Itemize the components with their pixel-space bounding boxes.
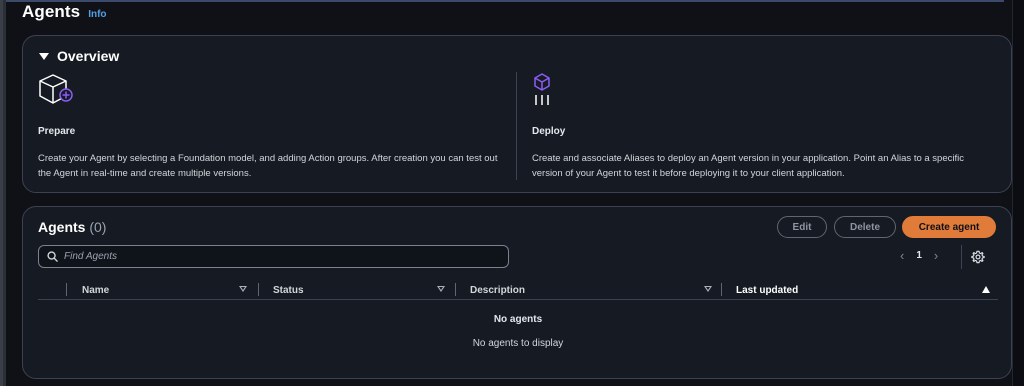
- agents-count: (0): [89, 219, 107, 235]
- overview-panel: Overview Prepare Create your Agent by se…: [22, 35, 1012, 193]
- page-header: Agents Info: [22, 2, 107, 28]
- empty-state-title: No agents: [493, 314, 543, 325]
- deploy-description: Create and associate Aliases to deploy a…: [532, 153, 964, 179]
- overview-divider: [516, 72, 517, 180]
- pagination: ‹ 1 ›: [900, 248, 938, 263]
- column-header-status[interactable]: Status: [273, 280, 304, 300]
- overview-toggle[interactable]: Overview: [39, 48, 119, 64]
- next-page-button[interactable]: ›: [934, 248, 938, 263]
- left-edge-inner: [0, 0, 3, 386]
- column-separator: [455, 283, 456, 296]
- column-header-last-updated[interactable]: Last updated: [736, 280, 798, 300]
- caret-down-icon: [39, 52, 49, 60]
- sort-down-icon[interactable]: [437, 286, 445, 292]
- sort-down-icon[interactable]: [704, 286, 712, 292]
- empty-state-subtitle: No agents to display: [472, 338, 564, 349]
- info-link[interactable]: Info: [88, 9, 106, 20]
- search-box: [38, 245, 509, 268]
- top-divider: [6, 0, 1004, 2]
- agents-title-row: Agents (0): [38, 219, 106, 235]
- search-input[interactable]: [64, 251, 504, 262]
- delete-button[interactable]: Delete: [834, 216, 896, 238]
- overview-title: Overview: [57, 48, 120, 64]
- agents-panel: Agents (0) Edit Delete Create agent ‹ 1 …: [22, 206, 1012, 379]
- overview-deploy-column: Deploy Create and associate Aliases to d…: [532, 72, 992, 179]
- gear-icon[interactable]: [971, 250, 985, 264]
- prepare-label: Prepare: [38, 126, 76, 137]
- column-separator: [258, 283, 259, 296]
- column-header-description[interactable]: Description: [470, 280, 525, 300]
- deploy-label: Deploy: [532, 126, 566, 137]
- column-header-name[interactable]: Name: [82, 280, 109, 300]
- page-title: Agents: [22, 2, 81, 21]
- left-edge-strip: [0, 0, 6, 386]
- cube-deploy-icon: [534, 73, 550, 105]
- prev-page-button[interactable]: ‹: [900, 248, 904, 263]
- current-page-number[interactable]: 1: [916, 250, 922, 261]
- edit-button[interactable]: Edit: [777, 216, 827, 238]
- scrollbar-track[interactable]: [1012, 0, 1024, 386]
- sort-up-icon[interactable]: [982, 286, 990, 293]
- overview-prepare-column: Prepare Create your Agent by selecting a…: [38, 72, 508, 179]
- create-agent-button[interactable]: Create agent: [902, 216, 996, 238]
- prepare-description: Create your Agent by selecting a Foundat…: [38, 153, 498, 179]
- search-icon: [47, 251, 58, 262]
- sort-down-icon[interactable]: [239, 286, 247, 292]
- agents-title: Agents: [38, 219, 86, 235]
- column-separator: [66, 283, 67, 296]
- table-header: Name Status Description Last updated: [38, 280, 998, 300]
- cube-add-icon: [39, 74, 73, 104]
- pagination-divider: [961, 245, 962, 269]
- column-separator: [721, 283, 722, 296]
